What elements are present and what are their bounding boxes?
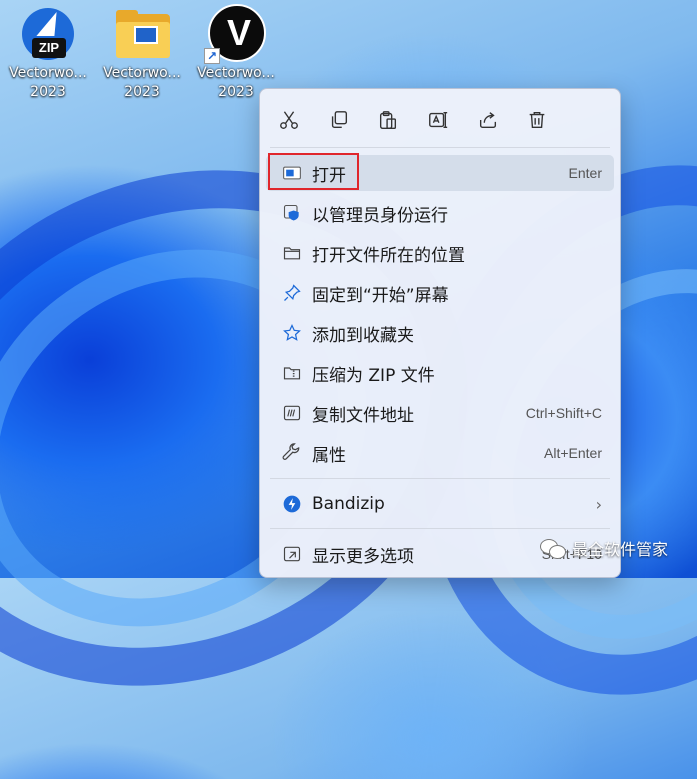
delete-icon[interactable] [522,105,552,135]
zip-folder-icon [278,355,306,391]
menu-item-shortcut: Ctrl+Shift+C [525,405,602,421]
context-menu-toolbar [260,89,620,147]
menu-item-bandizip[interactable]: Bandizip › [266,486,614,522]
wechat-icon [540,537,566,559]
pin-icon [278,275,306,311]
rename-icon[interactable] [423,105,453,135]
desktop-icon-label: Vectorwo... [9,65,87,81]
menu-item-label: 属性 [312,445,346,466]
menu-item-open-location[interactable]: 打开文件所在的位置 [266,235,614,271]
desktop-icon-label: Vectorwo... [197,65,275,81]
menu-item-properties[interactable]: 属性 Alt+Enter [266,435,614,471]
menu-item-label: Bandizip [312,494,385,514]
context-menu: 打开 Enter 以管理员身份运行 打开文件所在的位置 固定到“开始”屏幕 添加… [259,88,621,578]
bandizip-icon [278,486,306,522]
shield-icon [278,195,306,231]
folder-icon [278,235,306,271]
menu-item-compress-zip[interactable]: 压缩为 ZIP 文件 [266,355,614,391]
menu-item-shortcut: Alt+Enter [544,445,602,461]
menu-item-run-as-admin[interactable]: 以管理员身份运行 [266,195,614,231]
menu-item-label: 打开文件所在的位置 [312,245,465,266]
menu-item-pin-start[interactable]: 固定到“开始”屏幕 [266,275,614,311]
menu-separator [270,478,610,479]
star-icon [278,315,306,351]
folder-icon [112,4,172,64]
menu-item-label: 添加到收藏夹 [312,325,414,346]
watermark-text: 最全软件管家 [572,540,669,559]
menu-item-label: 压缩为 ZIP 文件 [312,365,435,386]
cut-icon[interactable] [274,105,304,135]
menu-item-label: 复制文件地址 [312,405,414,426]
menu-item-shortcut: Enter [568,165,602,181]
expand-icon [278,536,306,572]
wrench-icon [278,435,306,471]
desktop-icon-label: Vectorwo... [103,65,181,81]
copy-icon[interactable] [324,105,354,135]
desktop-icon-label-year: 2023 [30,84,66,100]
menu-item-label: 以管理员身份运行 [312,205,448,226]
watermark: 最全软件管家 [540,536,668,560]
shortcut-arrow-icon: ↗ [204,48,220,64]
annotation-highlight-box [268,153,359,190]
desktop-icon-label-year: 2023 [124,84,160,100]
menu-item-label: 固定到“开始”屏幕 [312,285,449,306]
copy-path-icon [278,395,306,431]
menu-separator [270,528,610,529]
bandizip-archive-icon: ZIP [18,4,78,64]
paste-icon[interactable] [373,105,403,135]
chevron-right-icon: › [595,494,602,514]
menu-item-add-favorites[interactable]: 添加到收藏夹 [266,315,614,351]
menu-item-copy-path[interactable]: 复制文件地址 Ctrl+Shift+C [266,395,614,431]
desktop-icon-zip[interactable]: ZIP Vectorwo... 2023 [0,4,96,102]
share-icon[interactable] [473,105,503,135]
menu-separator [270,147,610,148]
menu-item-label: 显示更多选项 [312,546,414,567]
desktop-icon-folder[interactable]: Vectorwo... 2023 [94,4,190,102]
vectorworks-app-icon: V ↗ [204,4,266,64]
